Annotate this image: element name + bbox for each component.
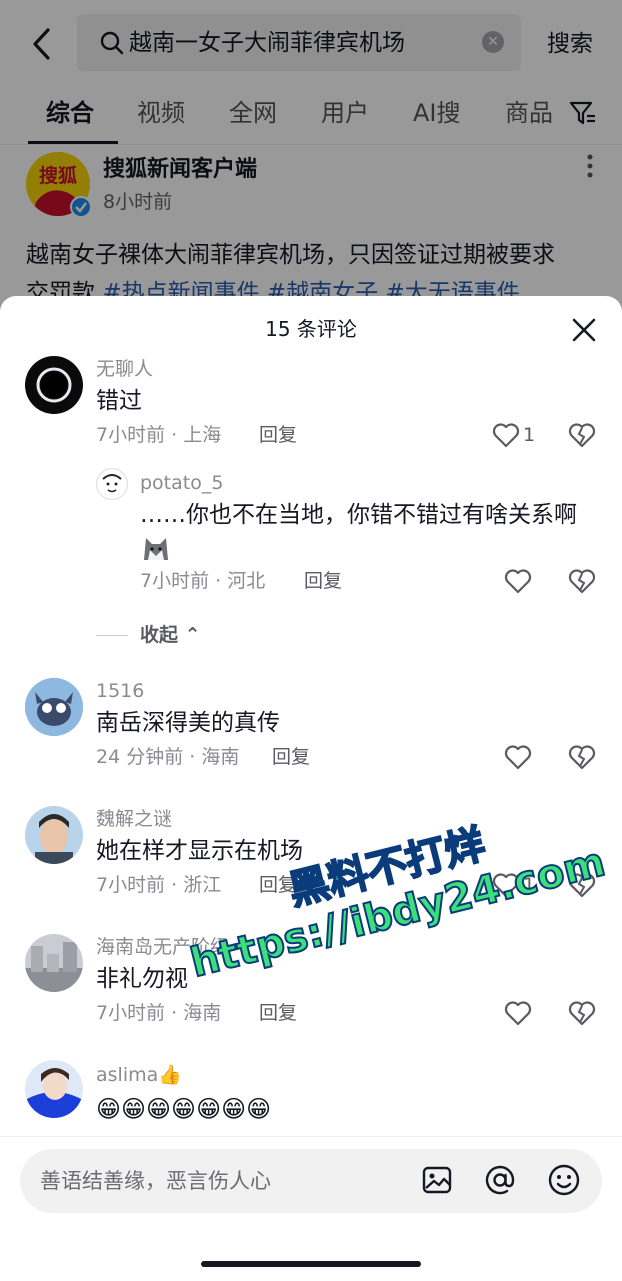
comment-username[interactable]: 1516 xyxy=(96,678,144,704)
comment-username[interactable]: 魏解之谜 xyxy=(96,806,172,832)
comment-text: 她在样才显示在机场 xyxy=(96,838,303,864)
comment-time-location: 7小时前 · 海南 xyxy=(96,1002,222,1024)
comment-time-location: 7小时前 · 上海 xyxy=(96,424,222,446)
reply-button[interactable]: 回复 xyxy=(259,1000,297,1026)
reply-button[interactable]: 回复 xyxy=(304,568,342,594)
home-indicator[interactable] xyxy=(201,1261,421,1267)
dislike-icon[interactable] xyxy=(568,422,596,448)
dim-overlay[interactable] xyxy=(0,0,622,320)
comment-input-placeholder: 善语结善缘，恶言伤人心 xyxy=(40,1169,271,1193)
reply-button[interactable]: 回复 xyxy=(259,422,297,448)
comment-input[interactable]: 善语结善缘，恶言伤人心 xyxy=(20,1149,602,1213)
comment-text: 南岳深得美的真传 xyxy=(96,710,280,736)
heart-icon[interactable] xyxy=(504,744,532,770)
chevron-up-icon: ⌃ xyxy=(184,624,201,646)
close-icon[interactable] xyxy=(568,314,600,346)
comment-time-location: 7小时前 · 浙江 xyxy=(96,874,222,896)
avatar[interactable] xyxy=(25,356,83,414)
avatar[interactable] xyxy=(96,468,128,500)
collapse-divider xyxy=(96,635,128,636)
comment-time-location: 24 分钟前 · 海南 xyxy=(96,746,240,768)
comment-text: 错过 xyxy=(96,388,142,414)
avatar[interactable] xyxy=(25,1060,83,1118)
at-icon[interactable] xyxy=(483,1163,517,1197)
heart-icon[interactable] xyxy=(492,422,520,448)
collapse-replies-button[interactable]: 收起 ⌃ xyxy=(140,622,201,648)
image-icon[interactable] xyxy=(420,1163,454,1197)
emoji-icon[interactable] xyxy=(547,1163,581,1197)
comment-text: 😁😁😁😁😁😁😁 xyxy=(96,1095,272,1123)
comment-username[interactable]: 无聊人 xyxy=(96,356,153,382)
heart-icon[interactable] xyxy=(504,1000,532,1026)
avatar[interactable] xyxy=(25,934,83,992)
comments-sheet: 15 条评论 无聊人 错过 7小时前 · 上海 回复 1 potato_5 ……… xyxy=(0,296,622,1280)
avatar[interactable] xyxy=(25,678,83,736)
sticker-icon xyxy=(144,538,168,560)
dislike-icon[interactable] xyxy=(568,744,596,770)
dislike-icon[interactable] xyxy=(568,1000,596,1026)
dislike-icon[interactable] xyxy=(568,568,596,594)
like-count: 1 xyxy=(523,424,536,446)
comment-time-location: 7小时前 · 河北 xyxy=(140,570,266,592)
heart-icon[interactable] xyxy=(504,568,532,594)
comment-text: 非礼勿视 xyxy=(96,966,188,992)
comment-username[interactable]: aslima👍 xyxy=(96,1062,182,1088)
comment-text: ……你也不在当地，你错不错过有啥关系啊 xyxy=(140,502,577,528)
avatar[interactable] xyxy=(25,806,83,864)
comment-input-bar: 善语结善缘，恶言伤人心 xyxy=(0,1136,622,1281)
reply-button[interactable]: 回复 xyxy=(272,744,310,770)
comments-count-title: 15 条评论 xyxy=(265,317,357,341)
comment-username[interactable]: potato_5 xyxy=(140,470,223,496)
